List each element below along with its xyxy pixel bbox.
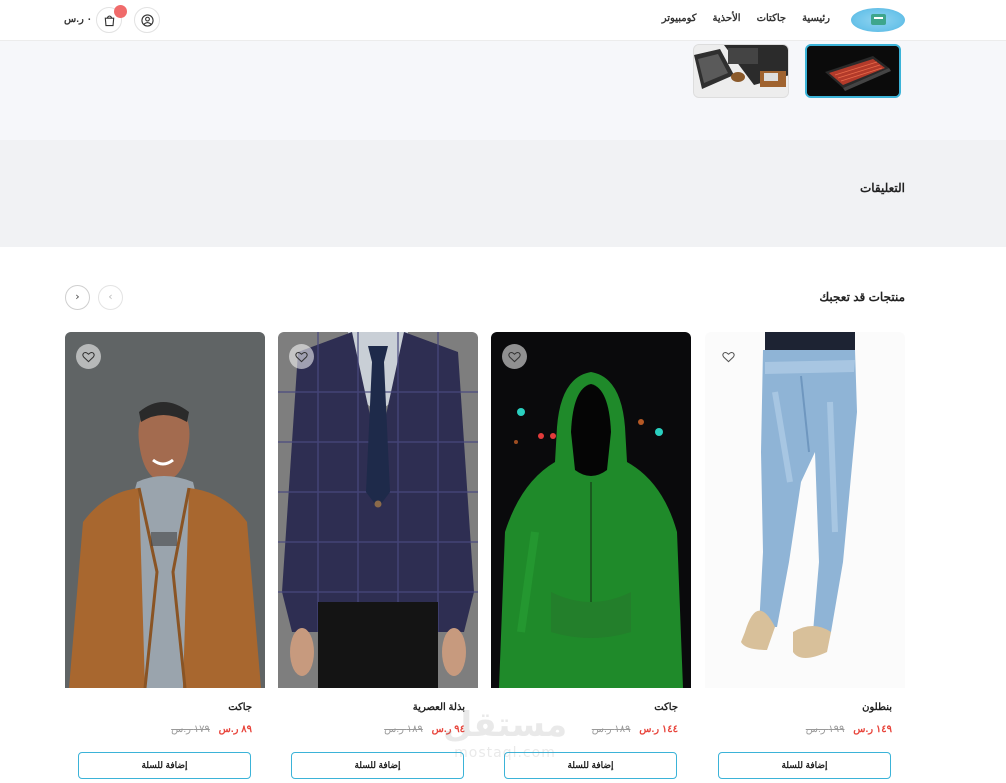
shopping-bag-icon (104, 15, 115, 27)
add-to-cart-button[interactable]: إضافة للسلة (78, 752, 251, 779)
hoodie-image (491, 332, 691, 688)
heart-icon (722, 351, 735, 363)
nav-shoes[interactable]: الأحذية (713, 13, 741, 24)
product-name[interactable]: جاكت (654, 702, 678, 713)
wishlist-button[interactable] (502, 344, 527, 369)
wishlist-button[interactable] (716, 344, 741, 369)
desk-thumb-image (694, 45, 788, 97)
user-button[interactable] (134, 7, 160, 33)
comments-title: التعليقات (859, 181, 905, 195)
gallery-thumb-laptop[interactable] (805, 44, 901, 98)
product-name[interactable]: بنطلون (862, 702, 892, 713)
add-to-cart-button[interactable]: إضافة للسلة (718, 752, 891, 779)
laptop-thumb-image (807, 46, 899, 96)
product-old-price: ١٩٩ ر.س (805, 724, 845, 735)
heart-icon (508, 351, 521, 363)
product-price: ١٤٤ ر.س (639, 724, 678, 735)
logo-mark-icon (871, 14, 886, 25)
cart-total[interactable]: ٠ ر.س (64, 14, 92, 25)
product-card[interactable]: جاكت ٨٩ ر.س ١٧٩ ر.س إضافة للسلة (65, 332, 265, 783)
suit-image (278, 332, 478, 688)
watermark-url: mostaql.com (454, 745, 556, 761)
price-row: ١٤٤ ر.س ١٨٩ ر.س (592, 724, 678, 735)
heart-icon (295, 351, 308, 363)
product-gallery (0, 41, 1006, 140)
watermark: مستقل mostaql.com (440, 705, 570, 773)
wishlist-button[interactable] (289, 344, 314, 369)
carousel-next-button[interactable]: › (65, 285, 90, 310)
watermark-logo-text: مستقل (442, 705, 568, 745)
product-old-price: ١٨٩ ر.س (591, 724, 631, 735)
heart-icon (82, 351, 95, 363)
cart-count-badge (114, 5, 127, 18)
add-to-cart-button[interactable]: إضافة للسلة (291, 752, 464, 779)
product-name[interactable]: جاكت (228, 702, 252, 713)
product-image-hoodie[interactable] (491, 332, 691, 688)
gallery-thumb-desk[interactable] (693, 44, 789, 98)
product-image-jeans[interactable] (705, 332, 905, 688)
carousel-prev-button[interactable]: ‹ (98, 285, 123, 310)
wishlist-button[interactable] (76, 344, 101, 369)
site-header: رئيسية جاكتات الأحذية كومبيوتر ٠ ر.س (0, 0, 1006, 41)
comments-section: التعليقات (0, 140, 1006, 247)
store-logo[interactable] (851, 8, 905, 32)
nav-jackets[interactable]: جاكتات (757, 13, 786, 24)
product-image-suit[interactable] (278, 332, 478, 688)
product-image-jacket[interactable] (65, 332, 265, 688)
price-row: ١٤٩ ر.س ١٩٩ ر.س (806, 724, 892, 735)
product-price: ٨٩ ر.س (218, 724, 252, 735)
chevron-right-icon: › (75, 290, 80, 303)
nav-computer[interactable]: كومبيوتر (662, 13, 697, 24)
user-icon (141, 14, 154, 27)
recommended-title: منتجات قد تعجبك (819, 290, 905, 304)
jacket-image (65, 332, 265, 688)
product-card[interactable]: بنطلون ١٤٩ ر.س ١٩٩ ر.س إضافة للسلة (705, 332, 905, 783)
price-row: ٨٩ ر.س ١٧٩ ر.س (171, 724, 252, 735)
main-nav: رئيسية جاكتات الأحذية كومبيوتر (662, 13, 830, 24)
nav-home[interactable]: رئيسية (802, 13, 830, 24)
product-old-price: ١٧٩ ر.س (171, 724, 210, 735)
product-old-price: ١٨٩ ر.س (384, 724, 423, 735)
jeans-image (705, 332, 905, 688)
chevron-left-icon: ‹ (108, 290, 113, 303)
product-price: ١٤٩ ر.س (853, 724, 892, 735)
